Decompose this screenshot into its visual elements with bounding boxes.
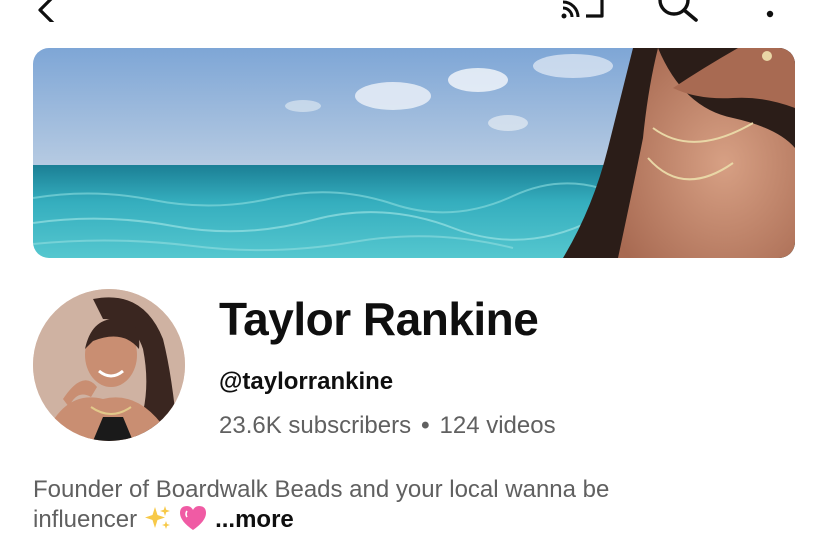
channel-handle: @taylorrankine — [219, 368, 394, 395]
channel-banner — [33, 48, 795, 258]
sparkles-emoji-icon — [144, 506, 170, 529]
description-line-1: Founder of Boardwalk Beads and your loca… — [33, 476, 610, 503]
search-icon[interactable] — [654, 0, 700, 22]
stats-separator: • — [421, 412, 430, 439]
more-vertical-icon[interactable] — [760, 0, 780, 20]
cast-icon[interactable] — [560, 0, 608, 20]
subscriber-count: 23.6K subscribers — [219, 412, 412, 439]
description-line-2: influencer — [33, 506, 138, 533]
channel-description[interactable]: Founder of Boardwalk Beads and your loca… — [33, 475, 793, 535]
channel-avatar[interactable] — [33, 289, 185, 441]
sparkling-heart-emoji-icon — [180, 506, 207, 530]
channel-stats: 23.6K subscribers • 124 videos — [219, 412, 556, 440]
video-count: 124 videos — [439, 412, 556, 439]
description-more-link[interactable]: ...more — [215, 506, 294, 533]
back-arrow-icon[interactable] — [34, 0, 64, 22]
channel-name: Taylor Rankine — [219, 293, 539, 345]
top-app-bar — [0, 0, 828, 30]
